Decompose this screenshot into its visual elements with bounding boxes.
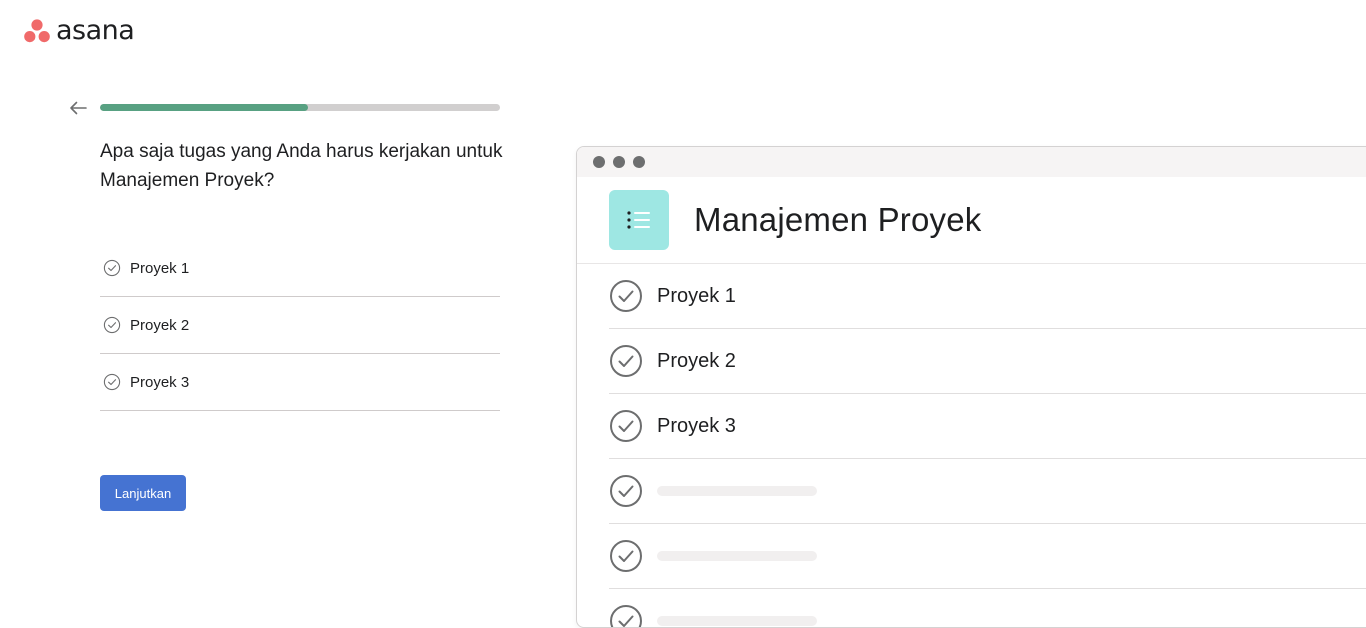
preview-row-label: Proyek 3 <box>657 414 736 437</box>
task-row-2[interactable]: Proyek 2 <box>100 297 500 354</box>
asana-logo-icon <box>24 19 50 43</box>
check-circle-icon <box>610 410 642 442</box>
preview-row: Proyek 3 <box>609 394 1366 459</box>
preview-row-label: Proyek 1 <box>657 284 736 307</box>
check-circle-icon <box>610 475 642 507</box>
project-header: Manajemen Proyek <box>577 177 1366 264</box>
preview-task-list: Proyek 1 Proyek 2 Proyek 3 <box>609 264 1366 627</box>
preview-row-placeholder <box>609 589 1366 627</box>
window-titlebar <box>577 147 1366 177</box>
check-circle-icon <box>610 540 642 572</box>
task-row-3[interactable]: Proyek 3 <box>100 354 500 411</box>
check-circle-icon[interactable] <box>103 373 121 391</box>
arrow-left-icon <box>70 101 87 115</box>
check-circle-icon[interactable] <box>103 316 121 334</box>
window-dot-icon <box>593 156 605 168</box>
project-title: Manajemen Proyek <box>694 201 982 238</box>
progress-bar <box>100 104 500 111</box>
task-row-1[interactable]: Proyek 1 <box>100 240 500 297</box>
task-label[interactable]: Proyek 1 <box>130 260 189 277</box>
progress-bar-fill <box>100 104 308 111</box>
asana-logo[interactable]: asana <box>24 15 135 46</box>
continue-button[interactable]: Lanjutkan <box>100 475 186 511</box>
check-circle-icon <box>610 280 642 312</box>
task-list: Proyek 1 Proyek 2 Proyek 3 <box>100 240 500 411</box>
window-dot-icon <box>633 156 645 168</box>
preview-row: Proyek 1 <box>609 264 1366 329</box>
preview-row: Proyek 2 <box>609 329 1366 394</box>
placeholder-bar <box>657 486 817 496</box>
back-button[interactable] <box>66 96 90 120</box>
placeholder-bar <box>657 551 817 561</box>
question-heading: Apa saja tugas yang Anda harus kerjakan … <box>100 141 503 191</box>
task-label[interactable]: Proyek 2 <box>130 317 189 334</box>
preview-row-label: Proyek 2 <box>657 349 736 372</box>
asana-wordmark: asana <box>56 15 135 46</box>
task-label[interactable]: Proyek 3 <box>130 374 189 391</box>
project-preview-window: Manajemen Proyek Proyek 1 Proyek 2 Proye… <box>576 146 1366 628</box>
check-circle-icon[interactable] <box>103 259 121 277</box>
check-circle-icon <box>610 605 642 627</box>
project-icon-tile <box>609 190 669 250</box>
preview-row-placeholder <box>609 524 1366 589</box>
list-icon <box>627 211 650 229</box>
placeholder-bar <box>657 616 817 626</box>
preview-row-placeholder <box>609 459 1366 524</box>
window-dot-icon <box>613 156 625 168</box>
check-circle-icon <box>610 345 642 377</box>
